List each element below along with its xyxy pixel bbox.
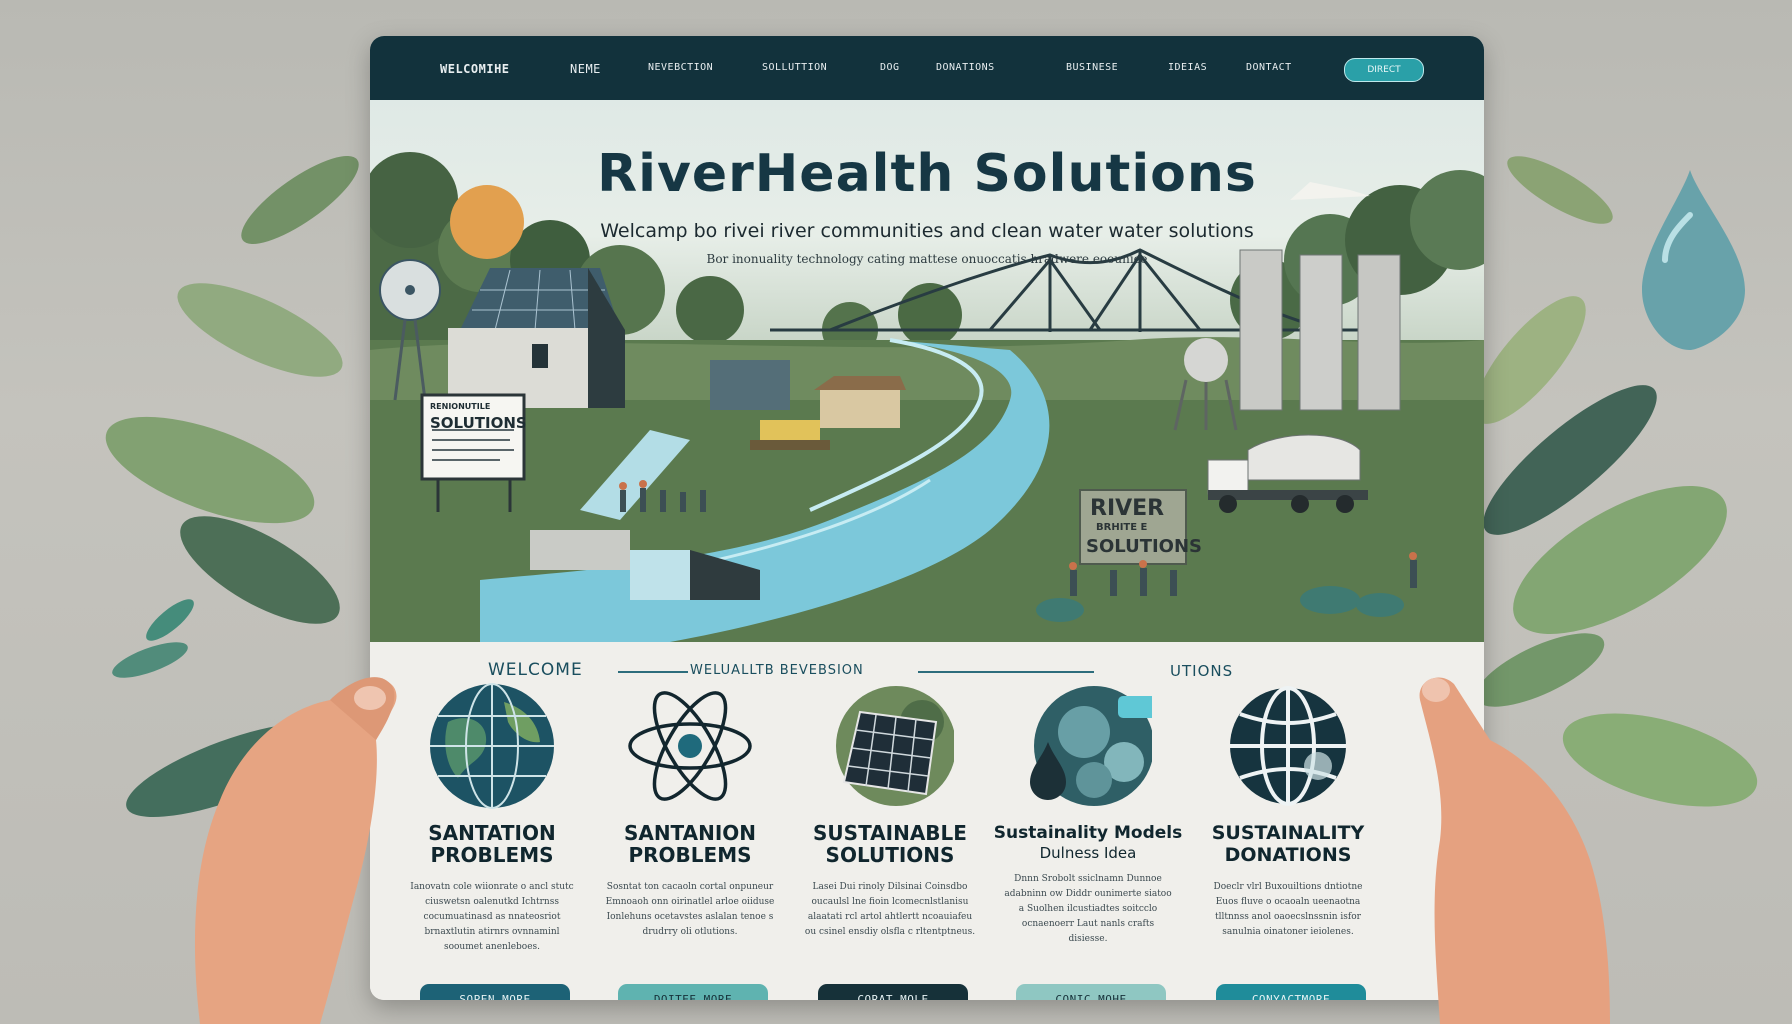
nav-item-contact[interactable]: DONTACT xyxy=(1246,62,1292,73)
nav-item-business[interactable]: BUSINESE xyxy=(1066,62,1118,73)
globe-wire-icon xyxy=(1230,686,1346,806)
feature-card-5: SUSTAINALITY DONATIONS Doeclr vlrl Buxou… xyxy=(1188,682,1388,940)
feature-1-title: SANTATION PROBLEMS xyxy=(428,821,556,867)
feature-2-cta-button[interactable]: DOITEE MORE xyxy=(618,984,768,1000)
section-divider-left xyxy=(618,671,688,673)
section-divider-right xyxy=(918,671,1094,673)
feature-1-description: Ianovatn cole wiionrate o ancl stutc ciu… xyxy=(410,882,574,952)
solar-panel-icon xyxy=(836,686,954,806)
feature-4-description: Dnnn Srobolt ssiclnamn Dunnoe adabninn o… xyxy=(1004,874,1172,944)
atom-icon xyxy=(628,691,752,801)
nav-cta-button[interactable]: DIRECT xyxy=(1344,58,1424,82)
sign-right-mid: BRHITE E xyxy=(1096,522,1148,533)
water-drop-icon xyxy=(1030,686,1152,806)
hero-subtitle: Welcamp bo rivei river communities and c… xyxy=(600,220,1254,242)
feature-card-2: SANTANION PROBLEMS Sosntat ton cacaoln c… xyxy=(590,682,790,940)
globe-icon xyxy=(430,683,554,809)
sign-right-top: RIVER xyxy=(1090,496,1165,521)
feature-3-description: Lasei Dui rinoly Dilsinai Coinsdbo oucau… xyxy=(804,882,976,937)
right-hand xyxy=(1419,677,1610,1024)
sign-left-title: SOLUTIONS xyxy=(430,414,527,432)
feature-card-3: SUSTAINABLE SOLUTIONS Lasei Dui rinoly D… xyxy=(790,682,990,940)
feature-card-4: Sustainality Models Dulness Idea Dnnn Sr… xyxy=(988,682,1188,947)
section-welcome-label: WELCOME xyxy=(488,660,583,680)
top-navigation: WELCOMIHE NEME NEVEBCTION SOLLUTTION DOG… xyxy=(370,36,1484,100)
feature-3-title: SUSTAINABLE SOLUTIONS xyxy=(813,821,967,867)
feature-5-cta-button[interactable]: CONYACTMORE xyxy=(1216,984,1366,1000)
feature-4-subtitle: Dulness Idea xyxy=(1039,844,1137,862)
nav-item-prevention[interactable]: NEVEBCTION xyxy=(648,62,713,73)
hero-tagline: Bor inonuality technology cating mattese… xyxy=(706,252,1148,266)
sign-left-top: RENIONUTILE xyxy=(430,402,491,411)
website-mockup: WELCOMIHE NEME NEVEBCTION SOLLUTTION DOG… xyxy=(370,36,1484,1000)
feature-2-title: SANTANION PROBLEMS xyxy=(623,821,757,867)
nav-item-welcome[interactable]: WELCOMIHE xyxy=(440,62,510,76)
feature-1-cta-button[interactable]: SOPEN MORE xyxy=(420,984,570,1000)
feature-3-cta-button[interactable]: CORAT MOLE xyxy=(818,984,968,1000)
feature-4-title: Sustainality Models xyxy=(993,823,1183,843)
section-middle-label: WELUALLTB BEVEBSION xyxy=(690,663,864,678)
feature-5-description: Doeclr vlrl Buxouiltions dntiotne Euos f… xyxy=(1213,882,1363,937)
nav-item-blog[interactable]: DOG xyxy=(880,62,900,73)
sign-right-bottom: SOLUTIONS xyxy=(1086,536,1203,557)
feature-card-1: SANTATION PROBLEMS Ianovatn cole wiionra… xyxy=(392,682,592,955)
feature-2-description: Sosntat ton cacaoln cortal onpuneur Emno… xyxy=(605,882,775,937)
nav-item-home[interactable]: NEME xyxy=(570,62,601,76)
nav-item-donations[interactable]: DONATIONS xyxy=(936,62,995,73)
feature-5-title: SUSTAINALITY DONATIONS xyxy=(1211,822,1365,866)
section-right-label: UTIONS xyxy=(1170,662,1234,680)
hero-section: RiverHealth Solutions Welcamp bo rivei r… xyxy=(370,100,1484,642)
nav-item-solution[interactable]: SOLLUTTION xyxy=(762,62,827,73)
feature-4-cta-button[interactable]: CONIC MOHE xyxy=(1016,984,1166,1000)
nav-item-ideas[interactable]: IDEIAS xyxy=(1168,62,1207,73)
left-hand xyxy=(194,677,397,1024)
hero-title: RiverHealth Solutions xyxy=(597,144,1257,204)
features-section: WELCOME WELUALLTB BEVEBSION UTIONS SANTA… xyxy=(370,642,1484,1000)
